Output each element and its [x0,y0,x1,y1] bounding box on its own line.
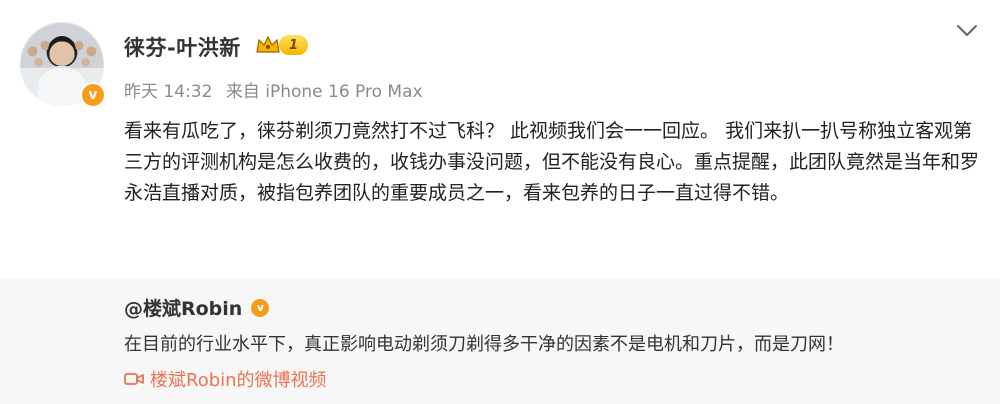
repost-container[interactable]: @楼斌Robin v 在目前的行业水平下，真正影响电动剃须刀剃得多干净的因素不是… [0,278,1000,404]
video-link[interactable]: 楼斌Robin的微博视频 [124,366,327,392]
video-camera-icon [124,373,144,385]
repost-author-name[interactable]: @楼斌Robin [124,294,242,321]
verified-icon: v [80,82,106,108]
verified-icon: v [250,297,271,318]
repost-author[interactable]: @楼斌Robin v [124,294,271,321]
vip-badge[interactable]: 1 [255,34,309,56]
repost-text: 在目前的行业水平下，真正影响电动剃须刀剃得多干净的因素不是电机和刀片，而是刀网！ [124,334,844,355]
crown-icon [256,35,280,53]
chevron-down-icon[interactable] [956,24,978,38]
post-source: 来自 iPhone 16 Pro Max [225,82,423,102]
post-time[interactable]: 昨天 14:32 [124,82,212,102]
avatar-container[interactable]: v [20,22,108,110]
level-badge: 1 [279,35,309,55]
post-meta: 昨天 14:32 来自 iPhone 16 Pro Max [124,77,431,102]
video-link-label[interactable]: 楼斌Robin的微博视频 [150,366,327,392]
post-author-name[interactable]: 徕芬-叶洪新 [124,32,241,62]
post-text: 看来有瓜吃了，徕芬剃须刀竟然打不过飞科？ 此视频我们会一一回应。 我们来扒一扒号… [124,120,980,204]
